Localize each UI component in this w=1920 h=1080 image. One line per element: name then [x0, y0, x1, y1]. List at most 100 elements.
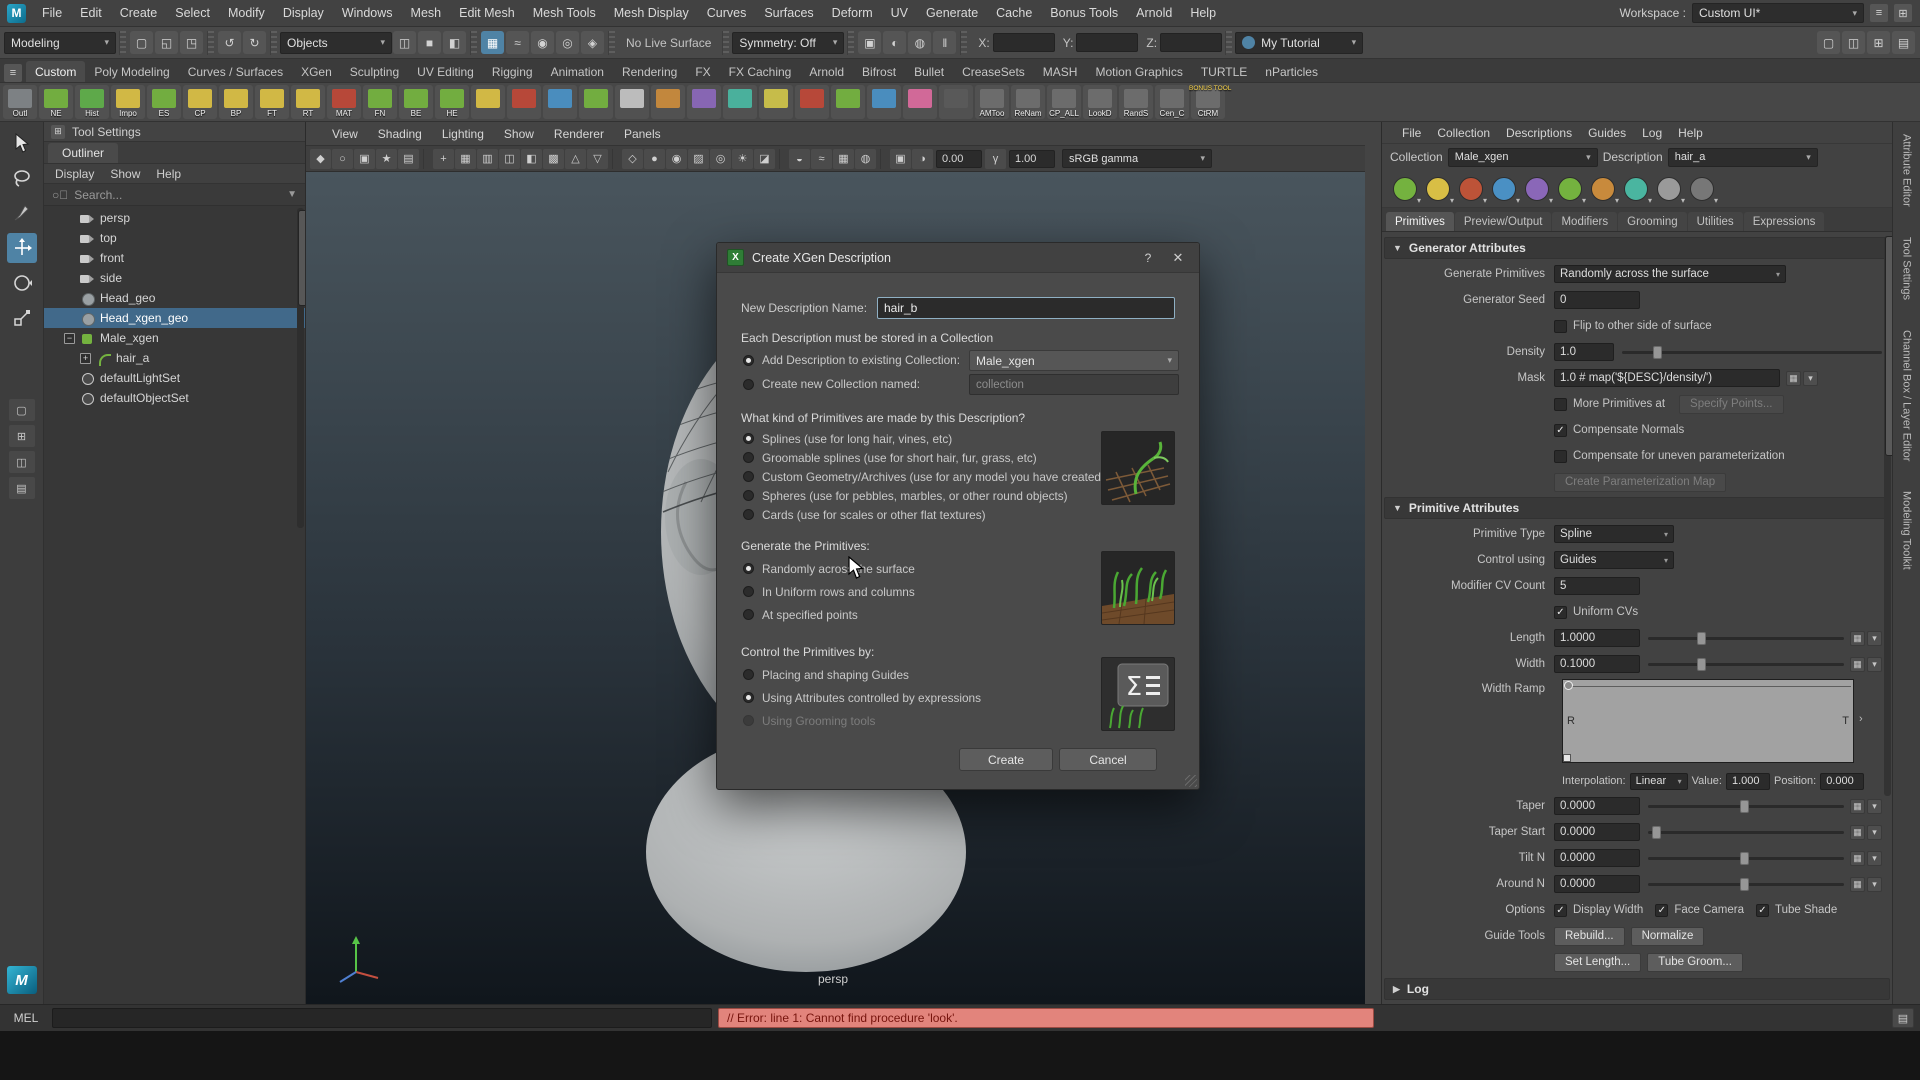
camera-attributes-icon[interactable]: ▣	[354, 149, 375, 169]
outliner-menu-help[interactable]: Help	[149, 167, 188, 181]
radio-button-icon[interactable]	[743, 586, 754, 597]
shelf-tab-motion-graphics[interactable]: Motion Graphics	[1086, 61, 1191, 82]
multisample-icon[interactable]: ▦	[833, 149, 854, 169]
expression-menu-icon[interactable]: ▾	[1867, 799, 1882, 814]
viewport-menu-renderer[interactable]: Renderer	[544, 127, 614, 141]
mel-label[interactable]: MEL	[6, 1011, 46, 1025]
menu-mesh-display[interactable]: Mesh Display	[605, 0, 698, 26]
menu-cache[interactable]: Cache	[987, 0, 1041, 26]
safe-title-icon[interactable]: ▽	[587, 149, 608, 169]
shelf-button-cen-c[interactable]: Cen_C	[1155, 85, 1189, 119]
four-pane-icon[interactable]: ⊞	[1867, 31, 1890, 54]
control-using-dropdown[interactable]: Guides▾	[1554, 551, 1674, 569]
new-description-name-input[interactable]: hair_b	[877, 297, 1175, 319]
outliner-item-male-xgen[interactable]: −Male_xgen	[44, 328, 305, 348]
map-texture-icon[interactable]: ▦	[1850, 799, 1865, 814]
xgen-lock-icon[interactable]: ▾	[1689, 176, 1715, 202]
gamma-input[interactable]: 1.00	[1009, 150, 1055, 168]
shelf-button-he[interactable]: HE	[435, 85, 469, 119]
shelf-tab-uv-editing[interactable]: UV Editing	[408, 61, 483, 82]
menu-file[interactable]: File	[33, 0, 71, 26]
shelf-button-16[interactable]	[543, 85, 577, 119]
ramp-selected-marker[interactable]	[1563, 754, 1571, 762]
xgen-menu-guides[interactable]: Guides	[1580, 126, 1634, 140]
isolate-select-icon[interactable]: ▣	[890, 149, 911, 169]
shelf-tab-bullet[interactable]: Bullet	[905, 61, 953, 82]
shelf-button-ne[interactable]: NE	[39, 85, 73, 119]
filter-icon[interactable]: ▼	[287, 189, 297, 200]
shelf-button-cp[interactable]: CP	[183, 85, 217, 119]
primitive-type-dropdown[interactable]: Spline▾	[1554, 525, 1674, 543]
tool-settings-titlebar[interactable]: ⊞ Tool Settings	[44, 122, 305, 142]
shelf-tab-fx[interactable]: FX	[686, 61, 719, 82]
y-coordinate-input[interactable]	[1076, 33, 1138, 52]
shelf-button-18[interactable]	[615, 85, 649, 119]
normalize-button[interactable]: Normalize	[1631, 927, 1705, 946]
ramp-value-input[interactable]: 1.000	[1726, 773, 1770, 790]
option-cards-use-for-scales-or-other-flat-textures[interactable]: Cards (use for scales or other flat text…	[743, 505, 1105, 524]
gate-mask-icon[interactable]: ◧	[521, 149, 542, 169]
select-object-icon[interactable]: ■	[418, 31, 441, 54]
shelf-tab-poly-modeling[interactable]: Poly Modeling	[85, 61, 178, 82]
xgen-menu-descriptions[interactable]: Descriptions	[1498, 126, 1580, 140]
symmetry-dropdown[interactable]: Symmetry: Off▾	[732, 32, 844, 54]
scrollbar-thumb[interactable]	[1885, 236, 1892, 456]
uniform-cvs-checkbox[interactable]: ✓	[1554, 606, 1567, 619]
radio-button-icon[interactable]	[743, 452, 754, 463]
option-at-specified-points[interactable]: At specified points	[743, 603, 915, 626]
open-scene-icon[interactable]: ◱	[155, 31, 178, 54]
xgen-tab-expressions[interactable]: Expressions	[1744, 212, 1825, 231]
wireframe-on-shaded-icon[interactable]: ◉	[666, 149, 687, 169]
expand-toggle-icon[interactable]: +	[80, 353, 91, 364]
option-custom-geometry-archives-use-for-any-model-you-have-created[interactable]: Custom Geometry/Archives (use for any mo…	[743, 467, 1105, 486]
interpolation-dropdown[interactable]: Linear▾	[1630, 773, 1688, 790]
workspace-dropdown[interactable]: Custom UI*▾	[1692, 3, 1864, 23]
tab-outliner[interactable]: Outliner	[48, 143, 118, 163]
shelf-button-fn[interactable]: FN	[363, 85, 397, 119]
generate-primitives-dropdown[interactable]: Randomly across the surface▾	[1554, 265, 1786, 283]
xgen-expression-editor-icon[interactable]: ▾	[1656, 176, 1682, 202]
tilt-input[interactable]: 0.0000	[1554, 849, 1640, 867]
radio-button-icon[interactable]	[743, 609, 754, 620]
map-texture-icon[interactable]: ▦	[1786, 371, 1801, 386]
shelf-button-renam[interactable]: ReNam	[1011, 85, 1045, 119]
ramp-control-point[interactable]	[1564, 681, 1573, 690]
panel-tab-attribute-editor[interactable]: Attribute Editor	[1901, 134, 1913, 207]
tube-groom-button[interactable]: Tube Groom...	[1647, 953, 1743, 972]
xgen-sculpt-guide-icon[interactable]: ▾	[1590, 176, 1616, 202]
four-view-layout-icon[interactable]: ⊞	[9, 425, 35, 447]
menu-bonus-tools[interactable]: Bonus Tools	[1041, 0, 1127, 26]
shelf-button-24[interactable]	[831, 85, 865, 119]
snap-grid-icon[interactable]: ▦	[481, 31, 504, 54]
shelf-button-outl[interactable]: Outl	[3, 85, 37, 119]
shelf-tab-fx-caching[interactable]: FX Caching	[720, 61, 801, 82]
shelf-tab-sculpting[interactable]: Sculpting	[341, 61, 408, 82]
dialog-close-button[interactable]: ✕	[1167, 250, 1189, 266]
field-chart-icon[interactable]: ▩	[543, 149, 564, 169]
snap-projected-center-icon[interactable]: ◎	[556, 31, 579, 54]
shelf-tab-arnold[interactable]: Arnold	[800, 61, 853, 82]
xgen-menu-help[interactable]: Help	[1670, 126, 1711, 140]
collection-dropdown[interactable]: Male_xgen▾	[1448, 148, 1598, 167]
outliner-item-front[interactable]: front	[44, 248, 305, 268]
ui-elements-icon[interactable]: ▤	[1892, 31, 1915, 54]
select-tool-icon[interactable]	[7, 128, 37, 158]
shelf-button-15[interactable]	[507, 85, 541, 119]
make-live-icon[interactable]: ◈	[581, 31, 604, 54]
shelf-button-hist[interactable]: Hist	[75, 85, 109, 119]
outliner-item-top[interactable]: top	[44, 228, 305, 248]
shelf-tab-bifrost[interactable]: Bifrost	[853, 61, 905, 82]
flip-checkbox[interactable]	[1554, 320, 1567, 333]
viewport-menu-shading[interactable]: Shading	[368, 127, 432, 141]
xgen-update-preview-icon[interactable]: ▾	[1425, 176, 1451, 202]
textured-icon[interactable]: ▨	[688, 149, 709, 169]
specify-points-button[interactable]: Specify Points...	[1679, 395, 1783, 414]
option-create-new-collection[interactable]: Create new Collection named:	[743, 373, 920, 395]
ipr-render-icon[interactable]: ◐	[883, 31, 906, 54]
command-input[interactable]	[52, 1008, 712, 1028]
panel-tab-modeling-toolkit[interactable]: Modeling Toolkit	[1901, 491, 1913, 570]
density-slider[interactable]	[1622, 343, 1882, 361]
menu-create[interactable]: Create	[111, 0, 167, 26]
save-scene-icon[interactable]: ◳	[180, 31, 203, 54]
option-spheres-use-for-pebbles-marbles-or-other-round-objects[interactable]: Spheres (use for pebbles, marbles, or ot…	[743, 486, 1105, 505]
